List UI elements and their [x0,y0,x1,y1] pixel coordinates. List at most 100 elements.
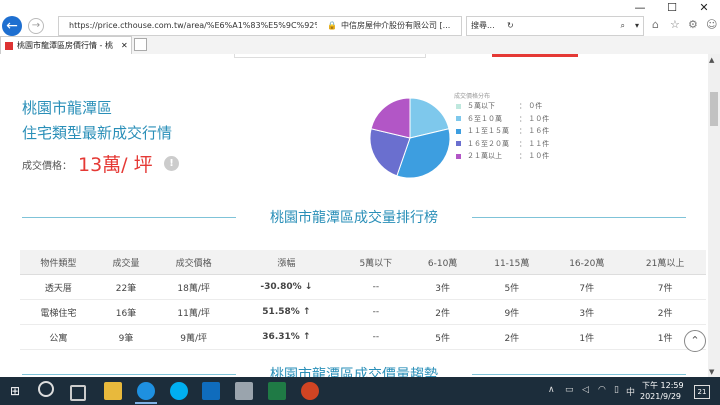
row-type-link[interactable]: 透天厝 [20,274,97,300]
header-type: 物件類型 [20,250,97,275]
scroll-up-arrow-icon[interactable]: ▲ [709,56,714,64]
header-change: 漲幅 [231,250,341,275]
row-price: 9萬/坪 [155,324,232,350]
row-range-1: -- [340,274,411,300]
address-bar[interactable]: https://price.cthouse.com.tw/area/%E6%A1… [58,16,514,36]
legend-item-3: １６至２０萬 ： １１件 [456,139,549,149]
row-range-2: 2件 [410,299,475,325]
legend-item-2: １１至１５萬 ： １６件 [456,126,549,136]
table-row: 公寓 9筆 9萬/坪 36.31% ↑ -- 5件 2件 1件 1件 [20,324,706,350]
row-change: 51.58% ↑ [231,299,341,325]
legend-label: ５萬以下 [467,102,495,110]
legend-label: ２１萬以上 [467,152,502,160]
row-type-link[interactable]: 電梯住宅 [20,299,97,325]
legend-swatch [456,116,461,121]
page-header-accent [492,54,578,57]
battery-icon[interactable]: ▯ [614,385,619,395]
smiley-icon[interactable]: ☺ [706,18,717,31]
notepad-icon[interactable] [235,382,253,400]
row-price: 18萬/坪 [155,274,232,300]
internet-explorer-icon[interactable] [137,382,155,400]
close-icon[interactable]: ✕ [688,0,720,16]
row-range-1: -- [340,324,411,350]
legend-value: １０件 [528,114,550,123]
scrollbar-thumb[interactable] [710,92,718,126]
new-tab-button[interactable] [134,38,147,51]
search-input[interactable]: 搜尋... [471,17,495,35]
district-title: 桃園市龍潭區 [22,99,113,117]
row-range-2: 5件 [410,324,475,350]
row-range-1: -- [340,299,411,325]
header-range-4: 16-20萬 [549,250,625,275]
windows-start-icon[interactable]: ⊞ [10,384,20,398]
header-price: 成交價格 [155,250,232,275]
legend-value: １０件 [528,152,550,160]
notification-center-badge[interactable]: 21 [694,385,710,399]
row-range-5: 2件 [624,299,706,325]
page-header-tab-outline [234,54,426,58]
header-range-5: 21萬以上 [624,250,706,275]
legend-item-4: ２１萬以上 ： １０件 [456,151,549,161]
legend-item-0: ５萬以下 ： ０件 [456,101,542,111]
row-change: -30.80% ↓ [231,274,341,300]
table-header-row: 物件類型 成交量 成交價格 漲幅 5萬以下 6-10萬 11-15萬 16-20… [20,250,706,275]
legend-label: １１至１５萬 [467,127,509,135]
scroll-down-arrow-icon[interactable]: ▼ [709,368,714,376]
header-range-3: 11-15萬 [474,250,550,275]
row-range-4: 3件 [549,299,625,325]
lock-icon[interactable]: 🔒 [327,17,337,35]
legend-swatch [456,141,461,146]
row-range-2: 3件 [410,274,475,300]
gear-icon[interactable]: ⚙ [688,18,698,31]
search-icon[interactable]: ⌕ [621,17,625,35]
wifi-icon[interactable]: ◠ [598,385,606,395]
row-range-3: 2件 [474,324,550,350]
legend-separator: ： [519,127,529,135]
site-favicon-icon [5,42,13,50]
volume-icon[interactable]: ◁ [582,385,589,395]
address-url[interactable]: https://price.cthouse.com.tw/area/%E6%A1… [69,17,317,35]
legend-item-1: ６至１０萬 ： １０件 [456,114,549,124]
price-distribution-pie [369,97,451,179]
minimize-icon[interactable]: — [624,0,656,16]
network-icon[interactable]: ▭ [565,385,574,395]
header-range-1: 5萬以下 [340,250,411,275]
favorites-star-icon[interactable]: ☆ [670,18,680,31]
row-range-5: 7件 [624,274,706,300]
header-volume: 成交量 [96,250,156,275]
task-view-icon[interactable] [70,385,86,401]
home-icon[interactable]: ⌂ [652,18,659,31]
legend-value: １１件 [528,139,550,148]
excel-icon[interactable] [268,382,286,400]
search-box[interactable]: 搜尋... ⌕ ▾ [466,16,644,36]
taskbar-search-icon[interactable] [38,381,54,397]
skype-icon[interactable] [170,382,188,400]
file-explorer-icon[interactable] [104,382,122,400]
powerpoint-icon[interactable] [301,382,319,400]
legend-swatch [456,128,461,134]
tab-title[interactable]: 桃園市龍潭區房價行情 - 桃... [17,37,113,55]
back-button[interactable]: ← [2,16,22,36]
ime-indicator[interactable]: 中 [626,385,635,398]
taskbar-time[interactable]: 下午 12:59 [642,380,684,391]
row-range-4: 7件 [549,274,625,300]
chevron-down-icon[interactable]: ▾ [635,17,639,35]
maximize-icon[interactable]: ☐ [656,0,688,16]
scroll-to-top-button[interactable]: ⌃ [684,330,706,352]
header-range-2: 6-10萬 [410,250,475,275]
chevron-up-icon[interactable]: ∧ [548,385,555,395]
tab-active[interactable]: 桃園市龍潭區房價行情 - 桃... ✕ [0,36,132,55]
tab-close-icon[interactable]: ✕ [121,37,128,55]
ranking-table: 物件類型 成交量 成交價格 漲幅 5萬以下 6-10萬 11-15萬 16-20… [20,250,706,350]
legend-separator: ： [519,114,529,123]
info-icon[interactable]: ! [164,156,179,171]
row-type-link[interactable]: 公寓 [20,324,97,350]
forward-button[interactable]: → [28,18,44,34]
row-change: 36.31% ↑ [231,324,341,350]
table-row: 透天厝 22筆 18萬/坪 -30.80% ↓ -- 3件 5件 7件 7件 [20,274,706,300]
legend-label: ６至１０萬 [467,114,502,123]
outlook-icon[interactable] [202,382,220,400]
district-subtitle: 住宅類型最新成交行情 [22,124,173,142]
row-range-3: 9件 [474,299,550,325]
taskbar-date[interactable]: 2021/9/29 [640,392,681,401]
